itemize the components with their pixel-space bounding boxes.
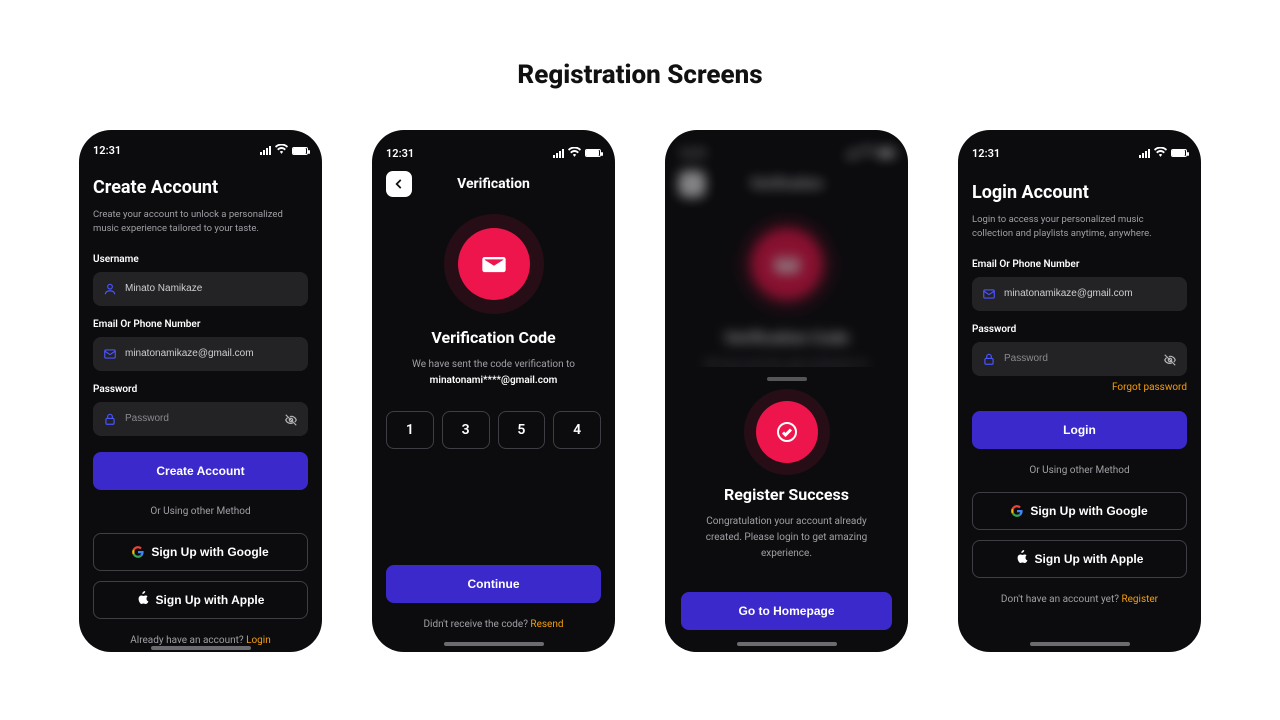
signal-icon: [1139, 149, 1150, 158]
signal-icon: [553, 149, 564, 158]
password-input[interactable]: [125, 413, 276, 424]
screen-title: Create Account: [93, 177, 308, 198]
success-title: Register Success: [681, 485, 892, 504]
password-input[interactable]: [1004, 353, 1155, 364]
username-input[interactable]: [125, 283, 298, 294]
verification-title: Verification Code: [679, 328, 894, 347]
screen-create-account: 12:31 Create Account Create your account…: [79, 130, 322, 652]
code-box-1[interactable]: 1: [386, 411, 434, 449]
mail-icon: [103, 347, 117, 361]
password-label: Password: [972, 324, 1187, 335]
signal-icon: [260, 146, 271, 155]
screen-register-success: 12:31 Verification Verification Code We …: [665, 130, 908, 652]
mail-icon: [982, 287, 996, 301]
password-field[interactable]: [972, 342, 1187, 376]
status-bar: 12:31: [972, 144, 1187, 162]
google-icon: [1011, 505, 1023, 517]
header-title: Verification: [750, 176, 823, 192]
home-indicator: [151, 646, 251, 650]
back-button: [679, 171, 705, 197]
header-title: Verification: [457, 176, 530, 192]
alt-method-text: Or Using other Method: [972, 465, 1187, 476]
verification-sub: We have sent the code verification tomin…: [386, 357, 601, 389]
lock-icon: [982, 352, 996, 366]
battery-icon: [878, 149, 894, 157]
username-field[interactable]: [93, 272, 308, 306]
email-input[interactable]: [1004, 288, 1177, 299]
homepage-button[interactable]: Go to Homepage: [681, 592, 892, 630]
wifi-icon: [1154, 147, 1167, 160]
signal-icon: [846, 149, 857, 158]
eye-off-icon[interactable]: [284, 412, 298, 426]
wifi-icon: [861, 147, 874, 160]
wifi-icon: [568, 147, 581, 160]
code-box-2[interactable]: 3: [442, 411, 490, 449]
status-time: 12:31: [93, 144, 121, 157]
mail-pill-icon: [458, 228, 530, 300]
success-sub: Congratulation your account already crea…: [681, 514, 892, 562]
status-time: 12:31: [386, 147, 414, 160]
apple-signup-button[interactable]: Sign Up with Apple: [93, 581, 308, 619]
page-title: Registration Screens: [0, 60, 1280, 90]
forgot-password-link[interactable]: Forgot password: [972, 382, 1187, 393]
check-circle-icon: [756, 401, 818, 463]
email-label: Email Or Phone Number: [93, 319, 308, 330]
no-account-note: Don't have an account yet? Register: [972, 594, 1187, 605]
apple-signup-button[interactable]: Sign Up with Apple: [972, 540, 1187, 578]
battery-icon: [1171, 149, 1187, 157]
success-sheet: Register Success Congratulation your acc…: [665, 367, 908, 652]
already-account-note: Already have an account? Login: [93, 635, 308, 646]
resend-link[interactable]: Resend: [530, 619, 563, 630]
screen-login: 12:31 Login Account Login to access your…: [958, 130, 1201, 652]
screen-subtitle: Create your account to unlock a personal…: [93, 208, 308, 237]
code-box-4[interactable]: 4: [553, 411, 601, 449]
lock-icon: [103, 412, 117, 426]
login-link[interactable]: Login: [246, 635, 271, 646]
home-indicator: [737, 642, 837, 646]
status-time: 12:31: [972, 147, 1000, 160]
email-input[interactable]: [125, 348, 298, 359]
home-indicator: [444, 642, 544, 646]
status-bar: 12:31: [679, 144, 894, 162]
resend-note: Didn't receive the code? Resend: [386, 619, 601, 630]
create-account-button[interactable]: Create Account: [93, 452, 308, 490]
google-label: Sign Up with Google: [151, 545, 268, 559]
login-button[interactable]: Login: [972, 411, 1187, 449]
email-field[interactable]: [972, 277, 1187, 311]
google-signup-button[interactable]: Sign Up with Google: [972, 492, 1187, 530]
alt-method-text: Or Using other Method: [93, 506, 308, 517]
password-field[interactable]: [93, 402, 308, 436]
screen-subtitle: Login to access your personalized music …: [972, 213, 1187, 242]
back-button[interactable]: [386, 171, 412, 197]
screen-title: Login Account: [972, 182, 1187, 203]
screen-verification: 12:31 Verification Verification Code We …: [372, 130, 615, 652]
google-label: Sign Up with Google: [1030, 504, 1147, 518]
register-link[interactable]: Register: [1121, 594, 1158, 605]
apple-icon: [137, 591, 149, 608]
verification-title: Verification Code: [386, 328, 601, 347]
google-signup-button[interactable]: Sign Up with Google: [93, 533, 308, 571]
password-label: Password: [93, 384, 308, 395]
battery-icon: [292, 147, 308, 155]
status-bar: 12:31: [386, 144, 601, 162]
battery-icon: [585, 149, 601, 157]
apple-label: Sign Up with Apple: [156, 593, 265, 607]
mail-pill-icon: [751, 228, 823, 300]
status-time: 12:31: [679, 147, 707, 160]
wifi-icon: [275, 144, 288, 157]
google-icon: [132, 546, 144, 558]
status-bar: 12:31: [93, 144, 308, 157]
apple-icon: [1016, 550, 1028, 567]
email-field[interactable]: [93, 337, 308, 371]
code-box-3[interactable]: 5: [498, 411, 546, 449]
continue-button[interactable]: Continue: [386, 565, 601, 603]
username-label: Username: [93, 254, 308, 265]
sheet-handle[interactable]: [767, 377, 807, 381]
eye-off-icon[interactable]: [1163, 352, 1177, 366]
home-indicator: [1030, 642, 1130, 646]
apple-label: Sign Up with Apple: [1035, 552, 1144, 566]
email-label: Email Or Phone Number: [972, 259, 1187, 270]
user-icon: [103, 282, 117, 296]
